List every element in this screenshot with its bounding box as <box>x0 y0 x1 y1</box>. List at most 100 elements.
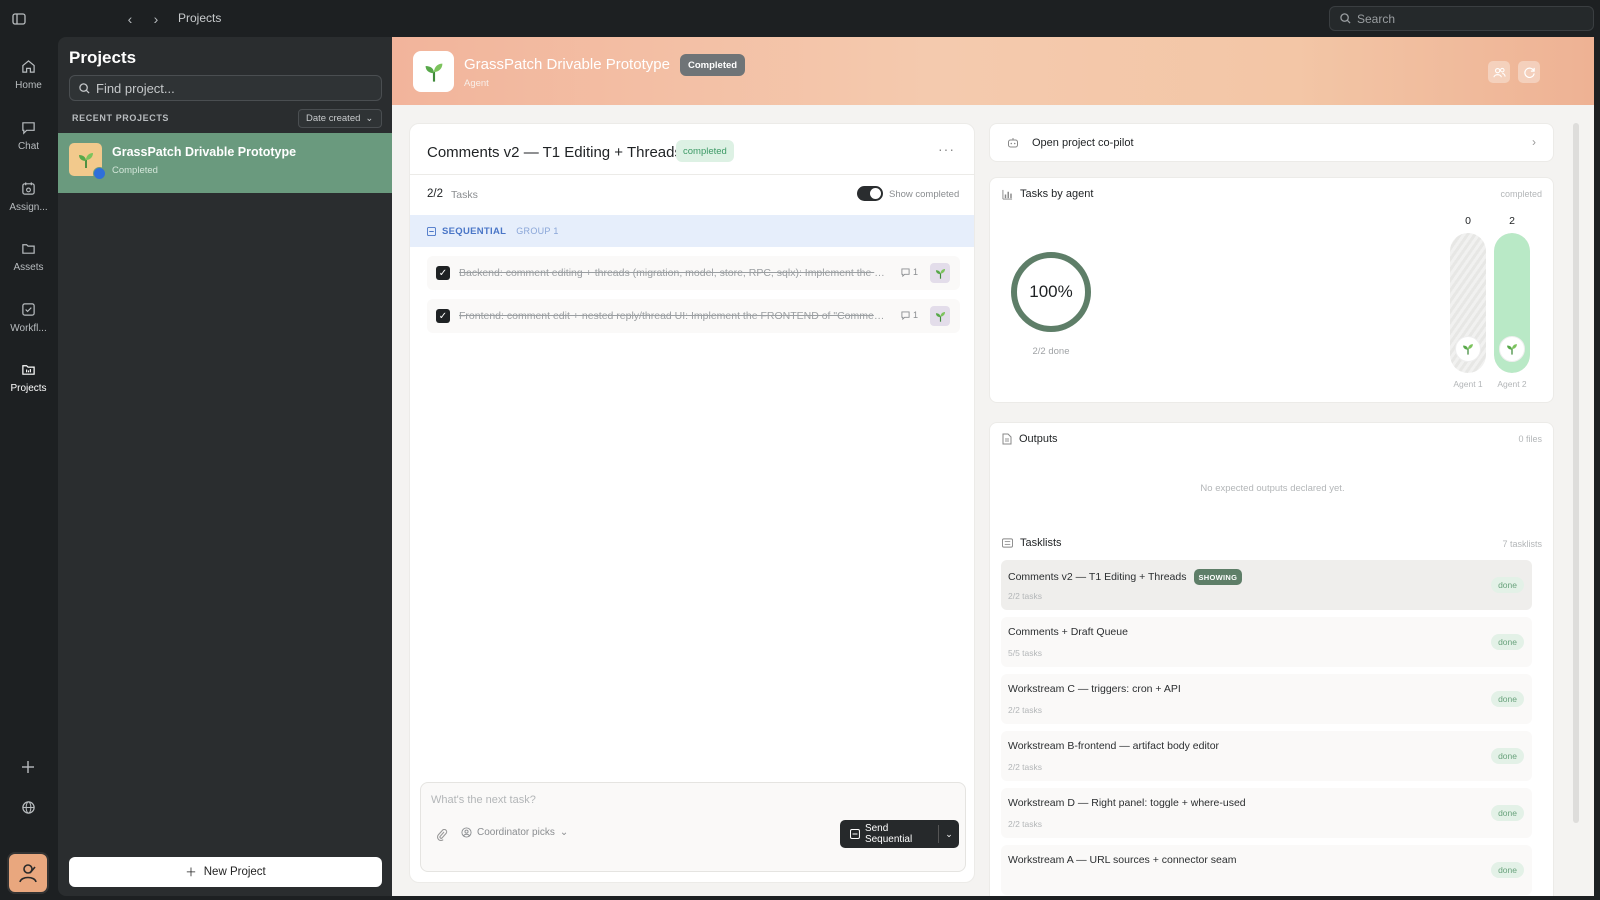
tasklist-item[interactable]: Comments v2 — T1 Editing + Threads SHOWI… <box>1001 560 1532 610</box>
breadcrumb: Projects <box>178 11 222 25</box>
tasks-by-agent-header: Tasks by agent <box>1002 188 1093 200</box>
task-count: 2/2 <box>427 188 443 200</box>
chevron-down-icon: ⌄ <box>365 113 374 124</box>
rail-label-chat: Chat <box>17 141 40 152</box>
coordinator-select[interactable]: Coordinator picks ⌄ <box>461 827 568 838</box>
copilot-button[interactable]: Open project co-pilot › <box>989 123 1554 162</box>
user-circle-icon <box>461 827 472 838</box>
find-project-field[interactable] <box>69 75 382 101</box>
tasklist-item-name: Workstream D — Right panel: toggle + whe… <box>1008 797 1246 809</box>
rail-label-assets: Assets <box>13 262 44 273</box>
forward-icon[interactable]: › <box>147 10 165 28</box>
back-icon[interactable]: ‹ <box>121 10 139 28</box>
tasklist-item-name: Workstream A — URL sources + connector s… <box>1008 854 1237 866</box>
agent-avatar <box>1455 336 1481 362</box>
task-comment-count: 1 <box>913 267 919 277</box>
global-search-input[interactable]: Search <box>1329 6 1594 31</box>
search-icon <box>79 82 90 94</box>
sprout-icon <box>78 152 93 168</box>
agent-task-count: 2 <box>1509 215 1515 227</box>
agent-bar: 0 Agent 1 <box>1450 215 1486 405</box>
add-icon[interactable] <box>18 757 38 777</box>
members-button[interactable] <box>1488 61 1510 83</box>
rail-item-assets[interactable]: Assets <box>0 239 57 273</box>
tasklist-item[interactable]: Comments + Draft Queue 5/5 tasks done <box>1001 617 1532 667</box>
task-checkbox[interactable]: ✓ <box>436 309 450 323</box>
send-main[interactable]: Send Sequential <box>840 820 938 848</box>
paperclip-icon[interactable] <box>434 827 450 843</box>
rail-item-workflows[interactable]: Workfl... <box>0 300 57 334</box>
new-project-label: New Project <box>203 866 266 878</box>
top-bar: ‹ › Projects Search <box>0 0 1600 37</box>
tasklist-item-progress: 2/2 tasks <box>1008 819 1043 829</box>
task-checkbox[interactable]: ✓ <box>436 266 450 280</box>
home-icon <box>20 57 38 75</box>
outputs-empty-text: No expected outputs declared yet. <box>1200 483 1345 494</box>
rail-item-assignments[interactable]: Assign... <box>0 179 57 213</box>
copilot-label: Open project co-pilot <box>1032 137 1134 149</box>
rail-item-chat[interactable]: Chat <box>0 118 57 152</box>
send-sequential-button[interactable]: Send Sequential ⌄ <box>840 820 959 848</box>
globe-icon[interactable] <box>18 797 38 817</box>
list-icon <box>850 829 860 839</box>
project-thumbnail <box>69 143 106 180</box>
agent-task-count: 0 <box>1465 215 1471 227</box>
outputs-meta: 0 files <box>1518 434 1542 444</box>
search-icon <box>1340 13 1351 24</box>
new-project-button[interactable]: ＋ New Project <box>69 857 382 887</box>
group-header[interactable]: SEQUENTIAL GROUP 1 <box>410 215 974 247</box>
user-avatar[interactable] <box>7 852 49 894</box>
tasklist-item[interactable]: Workstream B-frontend — artifact body ed… <box>1001 731 1532 781</box>
tasklist-item-progress: 2/2 tasks <box>1008 762 1043 772</box>
task-comments[interactable]: 1 <box>901 310 918 320</box>
scrollbar[interactable] <box>1573 123 1579 823</box>
status-badge: done <box>1491 577 1524 593</box>
rail-label-assignments: Assign... <box>9 202 48 213</box>
project-icon <box>413 51 454 92</box>
sidebar-toggle-icon[interactable] <box>10 10 28 28</box>
checkbox-icon <box>20 300 38 318</box>
chat-icon <box>20 118 38 136</box>
task-agent-avatar <box>930 306 950 326</box>
task-text: Frontend: comment edit + nested reply/th… <box>459 310 889 322</box>
tasklist-item[interactable]: Workstream C — triggers: cron + API 2/2 … <box>1001 674 1532 724</box>
tasklist-item[interactable]: Workstream A — URL sources + connector s… <box>1001 845 1532 895</box>
tasks-by-agent-meta: completed <box>1500 189 1542 199</box>
find-project-input[interactable] <box>96 80 366 96</box>
refresh-button[interactable] <box>1518 61 1540 83</box>
task-row[interactable]: ✓ Frontend: comment edit + nested reply/… <box>427 299 960 333</box>
rail-item-projects[interactable]: Projects <box>0 360 57 394</box>
project-list-item[interactable]: GrassPatch Drivable Prototype Completed <box>58 133 392 193</box>
comment-icon <box>901 267 910 277</box>
more-options-icon[interactable]: ··· <box>938 141 955 157</box>
task-comments[interactable]: 1 <box>901 267 918 277</box>
rail-label-home: Home <box>15 80 42 91</box>
sprout-icon <box>425 63 442 82</box>
chevron-down-icon[interactable]: ⌄ <box>939 829 959 840</box>
outputs-title: Outputs <box>1019 433 1058 445</box>
task-comment-count: 1 <box>913 310 919 320</box>
completion-percent: 100% <box>1029 282 1073 301</box>
status-badge: done <box>1491 691 1524 707</box>
project-header: GrassPatch Drivable Prototype Completed … <box>392 37 1594 105</box>
tasklist-item-name-row: Comments v2 — T1 Editing + Threads SHOWI… <box>1008 569 1243 585</box>
tasks-by-agent-title: Tasks by agent <box>1020 188 1094 200</box>
status-badge: done <box>1491 862 1524 878</box>
next-task-input[interactable] <box>431 794 931 806</box>
sort-select-value: Date created <box>306 113 361 124</box>
tasklist-item-progress: 5/5 tasks <box>1008 648 1043 658</box>
status-badge: done <box>1491 805 1524 821</box>
collapse-icon <box>427 226 436 236</box>
show-completed-toggle[interactable] <box>857 186 883 201</box>
agent-name: Agent 1 <box>1453 379 1483 389</box>
task-row[interactable]: ✓ Backend: comment editing + threads (mi… <box>427 256 960 290</box>
tasklists-title: Tasklists <box>1020 537 1062 549</box>
rail-item-home[interactable]: Home <box>0 57 57 91</box>
tasklist-item[interactable]: Workstream D — Right panel: toggle + whe… <box>1001 788 1532 838</box>
sort-select[interactable]: Date created ⌄ <box>298 109 382 128</box>
sprout-icon <box>1507 344 1517 355</box>
status-badge: done <box>1491 748 1524 764</box>
chevron-down-icon: ⌄ <box>559 827 569 838</box>
rail-label-projects: Projects <box>10 383 47 394</box>
showing-badge: SHOWING <box>1193 569 1243 585</box>
